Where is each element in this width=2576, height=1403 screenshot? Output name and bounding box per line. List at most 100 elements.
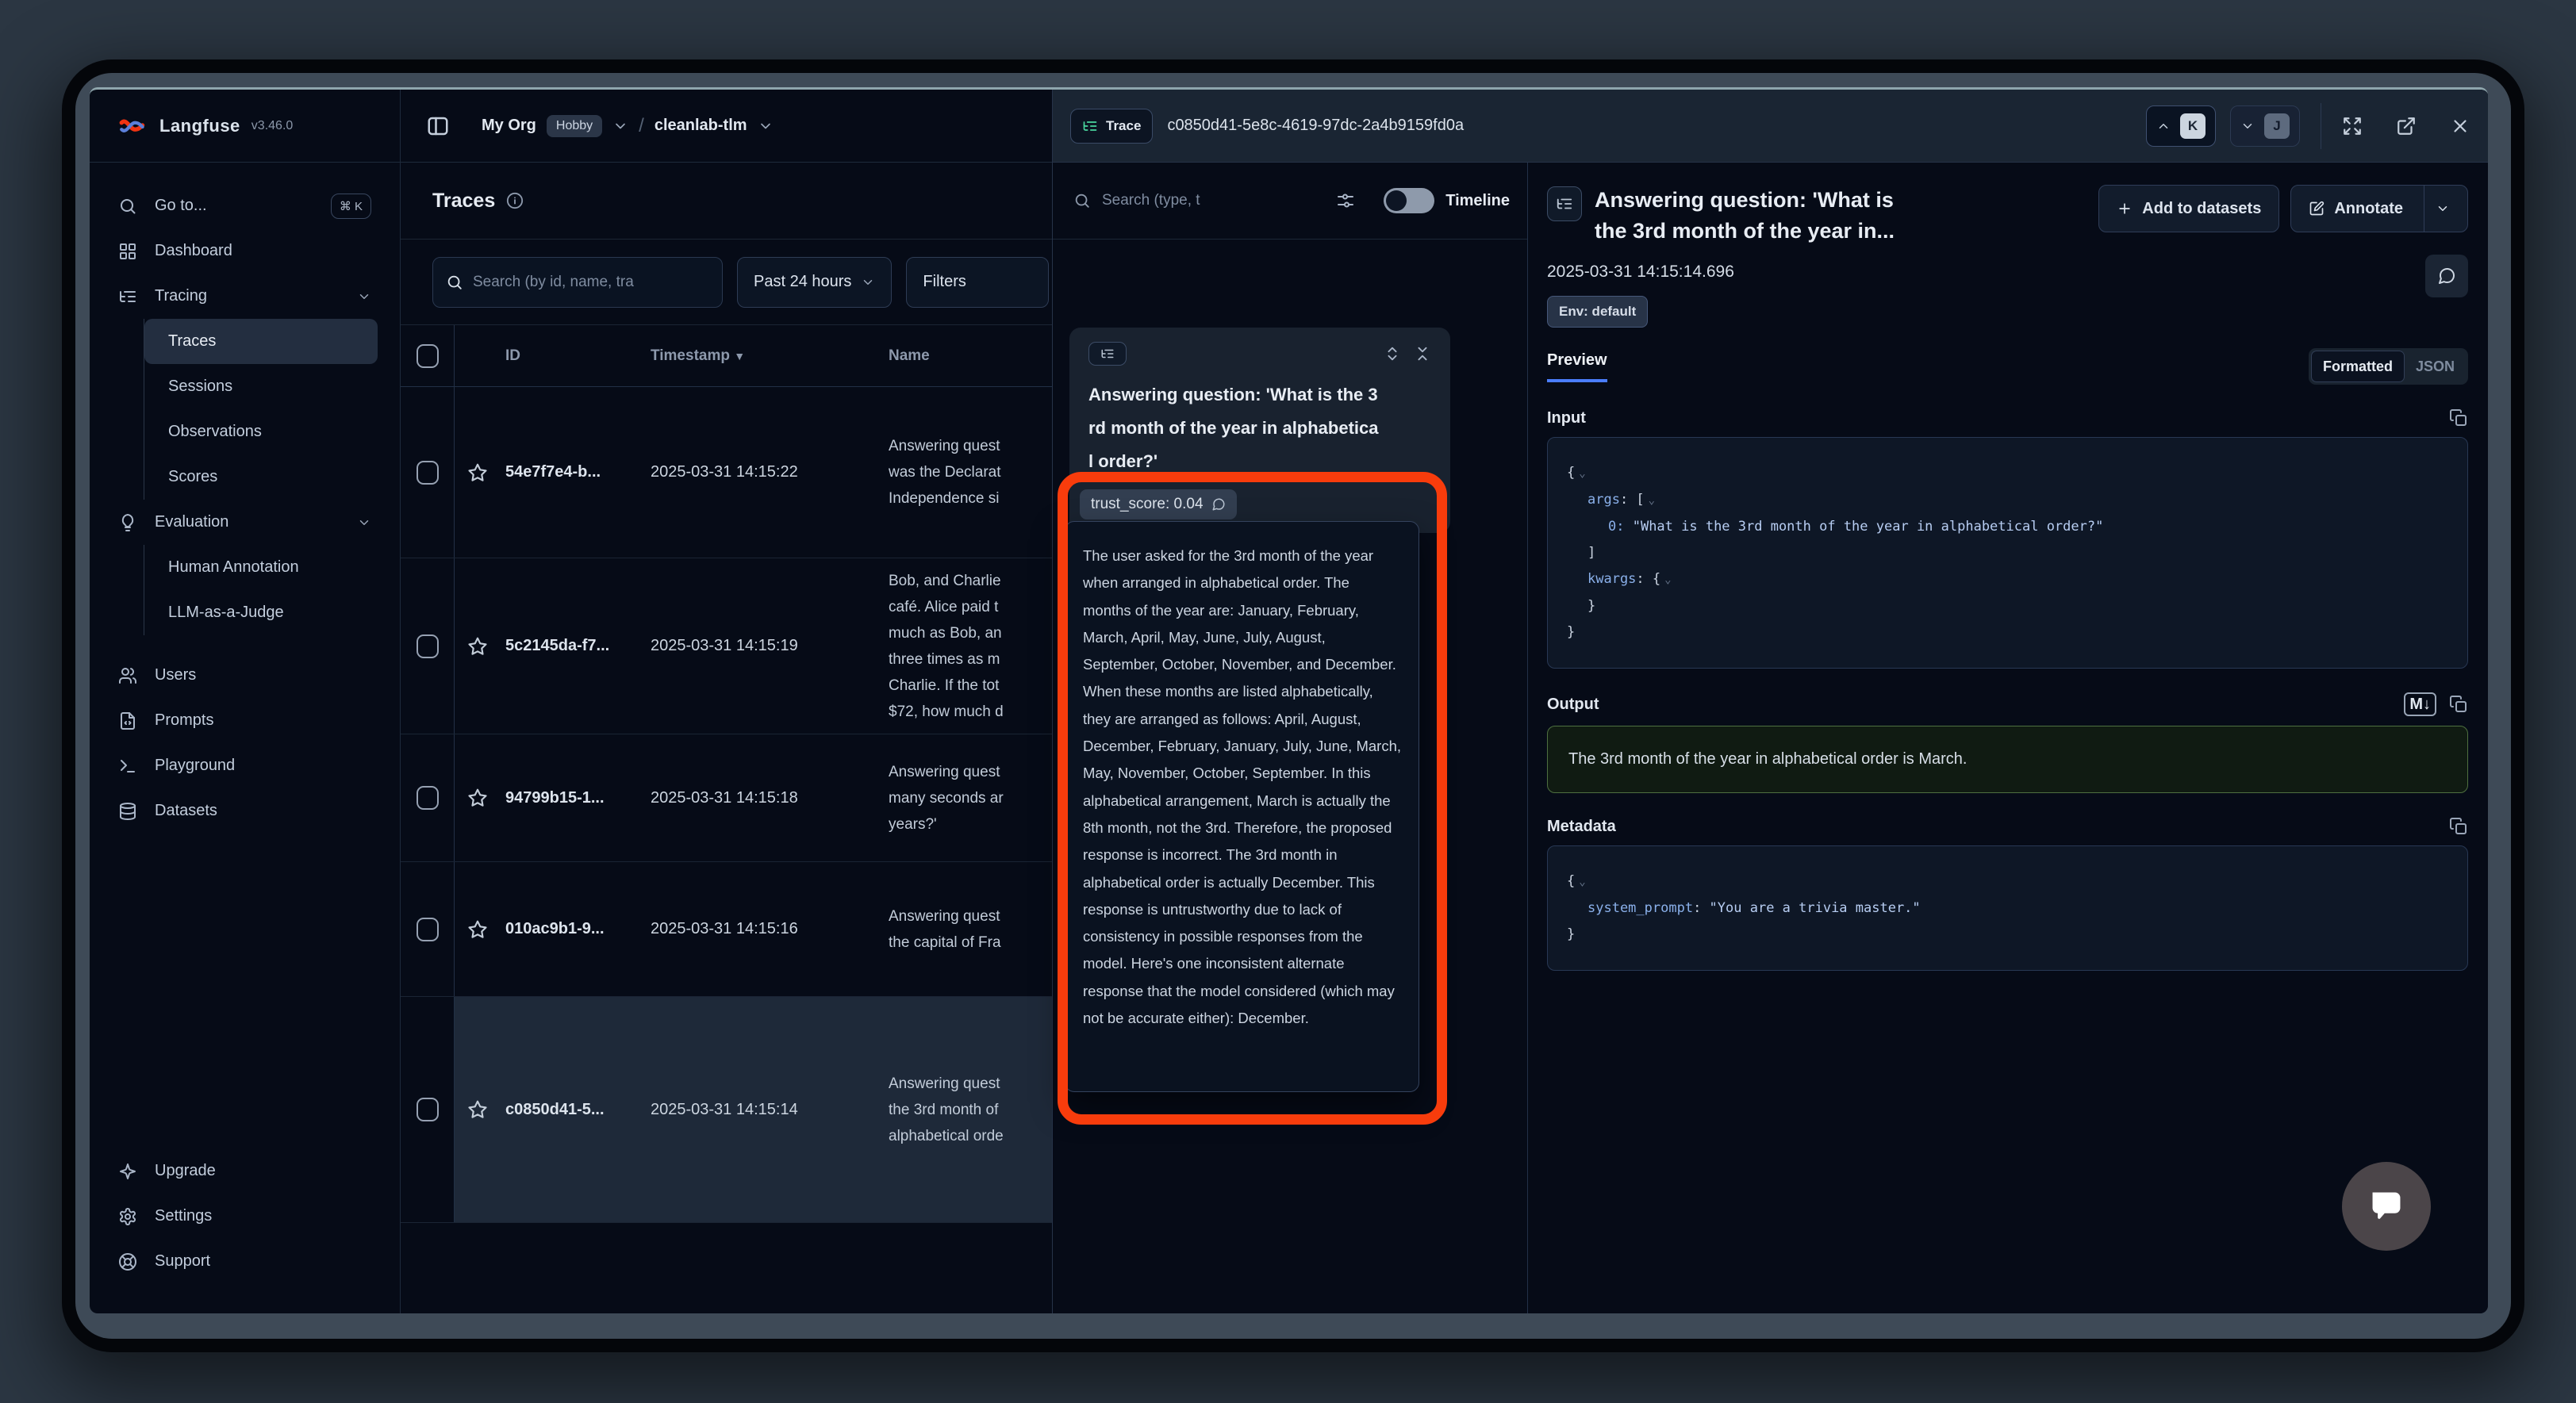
copy-icon[interactable] — [2449, 695, 2468, 714]
time-range-label: Past 24 hours — [754, 273, 851, 291]
trace-title: Answering question: 'What is the 3rd mon… — [1595, 185, 1895, 247]
filters-button[interactable]: Filters — [906, 257, 1049, 308]
list-tree-icon — [118, 287, 137, 306]
add-to-datasets-label: Add to datasets — [2142, 200, 2261, 218]
sidebar-item-dashboard[interactable]: Dashboard — [107, 228, 382, 274]
table-row-selected[interactable]: c0850d41-5... 2025-03-31 14:15:14 Answer… — [401, 997, 1052, 1223]
star-icon[interactable] — [467, 636, 488, 657]
input-json-viewer[interactable]: {⌄ args: [⌄ 0: "What is the 3rd month of… — [1547, 437, 2468, 669]
sidebar-item-datasets[interactable]: Datasets — [107, 788, 382, 834]
close-icon[interactable] — [2450, 116, 2470, 136]
search-icon — [1073, 192, 1091, 209]
table-controls: Search (by id, name, tra Past 24 hours F… — [401, 240, 1052, 325]
trace-id-cell: 5c2145da-f7... — [505, 637, 609, 655]
row-checkbox[interactable] — [417, 786, 439, 810]
sidebar-item-prompts[interactable]: Prompts — [107, 698, 382, 743]
markdown-toggle-icon[interactable]: M↓ — [2404, 692, 2436, 716]
nav-previous-button[interactable]: K — [2146, 105, 2216, 147]
row-checkbox[interactable] — [417, 461, 439, 485]
sidebar-item-label: Evaluation — [155, 513, 228, 531]
info-icon[interactable] — [506, 192, 524, 209]
copy-icon[interactable] — [2449, 408, 2468, 427]
sidebar-item-tracing[interactable]: Tracing — [107, 274, 382, 319]
tree-search-row: Search (type, t Timeline — [1053, 163, 1527, 240]
comments-button[interactable] — [2425, 255, 2468, 297]
add-to-datasets-button[interactable]: Add to datasets — [2098, 185, 2279, 232]
org-chevron-down-icon[interactable] — [612, 118, 628, 134]
shortcut-badge: ⌘ K — [331, 194, 371, 219]
input-section-header: Input — [1547, 408, 2468, 427]
star-icon[interactable] — [467, 788, 488, 808]
sidebar-item-playground[interactable]: Playground — [107, 743, 382, 788]
table-row[interactable]: 5c2145da-f7... 2025-03-31 14:15:19 Bob, … — [401, 558, 1052, 734]
timestamp-cell: 2025-03-31 14:15:22 — [651, 463, 798, 481]
metadata-label: Metadata — [1547, 818, 1616, 836]
chevron-down-icon — [357, 289, 371, 304]
project-name[interactable]: cleanlab-tlm — [655, 117, 747, 135]
star-icon[interactable] — [467, 919, 488, 940]
peek-header: Trace c0850d41-5e8c-4619-97dc-2a4b9159fd… — [1053, 90, 2488, 163]
sidebar-item-traces[interactable]: Traces — [144, 319, 378, 364]
project-chevron-down-icon[interactable] — [758, 118, 774, 134]
table-row[interactable]: 54e7f7e4-b... 2025-03-31 14:15:22 Answer… — [401, 387, 1052, 558]
row-checkbox[interactable] — [417, 918, 439, 941]
trust-score-popover: The user asked for the 3rd month of the … — [1065, 521, 1419, 1092]
trust-score-label: trust_score: 0.04 — [1091, 496, 1204, 513]
output-section-header: Output M↓ — [1547, 692, 2468, 716]
sliders-icon[interactable] — [1336, 191, 1355, 210]
sidebar-item-users[interactable]: Users — [107, 653, 382, 698]
sidebar-item-scores[interactable]: Scores — [144, 454, 382, 500]
row-checkbox[interactable] — [417, 634, 439, 658]
metadata-json-viewer[interactable]: {⌄ system_prompt: "You are a trivia mast… — [1547, 845, 2468, 971]
sidebar-toggle-icon[interactable] — [426, 114, 450, 138]
filters-label: Filters — [923, 273, 966, 291]
time-range-button[interactable]: Past 24 hours — [737, 257, 892, 308]
trust-score-badge[interactable]: trust_score: 0.04 — [1080, 489, 1237, 519]
sidebar-item-support[interactable]: Support — [107, 1239, 382, 1284]
format-option-formatted[interactable]: Formatted — [2311, 351, 2405, 382]
gear-icon — [118, 1207, 137, 1226]
star-icon[interactable] — [467, 462, 488, 483]
search-input[interactable]: Search (by id, name, tra — [432, 257, 723, 308]
select-all-checkbox[interactable] — [417, 344, 439, 368]
langfuse-app: Langfuse v3.46.0 My Org Hobby / cleanlab… — [90, 87, 2488, 1313]
column-header-timestamp[interactable]: Timestamp ▼ — [651, 347, 889, 365]
fold-icon[interactable] — [1414, 345, 1431, 362]
sidebar-item-observations[interactable]: Observations — [144, 409, 382, 454]
star-icon[interactable] — [467, 1099, 488, 1120]
nav-next-button[interactable]: J — [2230, 105, 2300, 147]
format-option-json[interactable]: JSON — [2405, 358, 2466, 375]
table-row[interactable]: 94799b15-1... 2025-03-31 14:15:18 Answer… — [401, 734, 1052, 862]
copy-icon[interactable] — [2449, 817, 2468, 836]
tracing-subnav: Traces Sessions Observations Scores — [144, 319, 382, 500]
row-checkbox[interactable] — [417, 1098, 439, 1121]
expand-fullscreen-icon[interactable] — [2342, 116, 2363, 136]
chat-widget-button[interactable] — [2342, 1162, 2431, 1251]
timeline-toggle[interactable] — [1384, 188, 1434, 213]
sidebar-item-sessions[interactable]: Sessions — [144, 364, 382, 409]
tree-search-input[interactable]: Search (type, t — [1102, 192, 1325, 209]
unfold-icon[interactable] — [1384, 345, 1401, 362]
open-external-icon[interactable] — [2396, 116, 2417, 136]
input-label: Input — [1547, 409, 1586, 427]
search-placeholder: Search (by id, name, tra — [473, 274, 634, 291]
annotate-dropdown-chevron-icon[interactable] — [2424, 186, 2450, 232]
sidebar-item-evaluation[interactable]: Evaluation — [107, 500, 382, 545]
name-cell: Answering quest the capital of Fra — [889, 903, 1052, 956]
sidebar-item-llm-as-a-judge[interactable]: LLM-as-a-Judge — [144, 590, 382, 635]
sidebar-item-upgrade[interactable]: Upgrade — [107, 1148, 382, 1194]
org-name[interactable]: My Org — [482, 117, 536, 135]
sidebar-item-human-annotation[interactable]: Human Annotation — [144, 545, 382, 590]
brand-header: Langfuse v3.46.0 — [90, 90, 401, 162]
pencil-square-icon — [2309, 201, 2325, 217]
column-header-id[interactable]: ID — [505, 347, 520, 365]
trace-node-title: Answering question: 'What is the 3 rd mo… — [1088, 378, 1431, 478]
column-header-name[interactable]: Name — [889, 347, 930, 364]
sidebar-item-goto[interactable]: Go to... ⌘ K — [107, 183, 382, 228]
trace-type-label: Trace — [1106, 118, 1141, 134]
sidebar-item-label: Datasets — [155, 802, 217, 820]
sidebar-item-settings[interactable]: Settings — [107, 1194, 382, 1239]
annotate-button[interactable]: Annotate — [2290, 185, 2468, 232]
table-row[interactable]: 010ac9b1-9... 2025-03-31 14:15:16 Answer… — [401, 862, 1052, 997]
tab-preview[interactable]: Preview — [1547, 351, 1607, 382]
